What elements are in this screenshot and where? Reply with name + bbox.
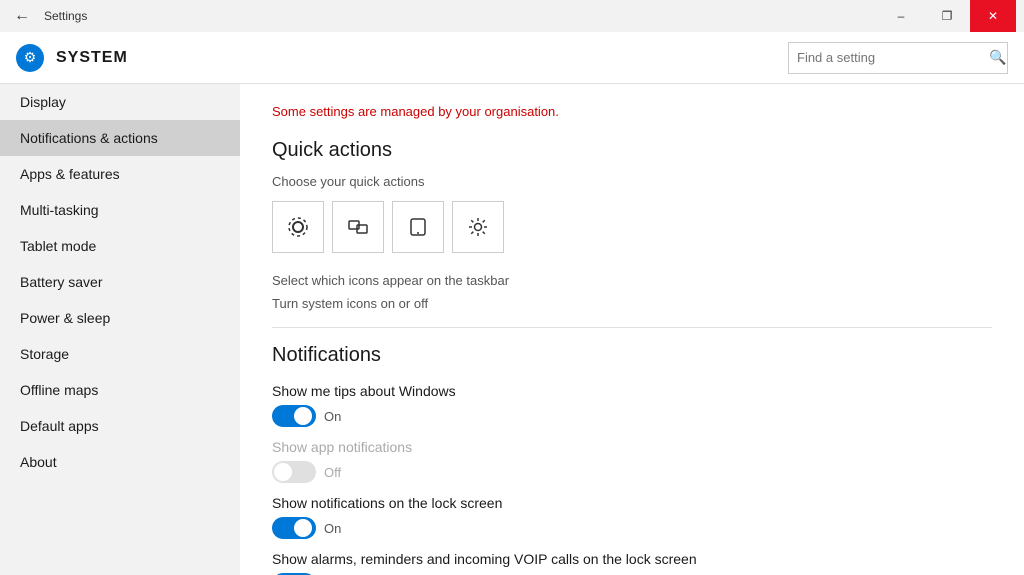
minimize-button[interactable]: – [878,0,924,32]
titlebar-left: ← Settings [8,3,87,29]
alarms-toggle-row: Show alarms, reminders and incoming VOIP… [272,551,992,575]
quick-action-2[interactable] [332,201,384,253]
lock-screen-toggle-thumb [294,519,312,537]
tips-label: Show me tips about Windows [272,383,992,399]
tips-toggle-row: Show me tips about Windows On [272,383,992,427]
section-divider [272,327,992,328]
lock-screen-toggle-row: Show notifications on the lock screen On [272,495,992,539]
app-notif-toggle-row: Show app notifications Off [272,439,992,483]
sidebar-item-tablet-mode[interactable]: Tablet mode [0,228,240,264]
gear-icon [467,216,489,238]
page-title: SYSTEM [56,49,776,67]
lock-screen-toggle-state: On [324,521,341,536]
tips-toggle[interactable] [272,405,316,427]
sidebar-item-battery-saver[interactable]: Battery saver [0,264,240,300]
org-message: Some settings are managed by your organi… [272,104,992,119]
sidebar: Display Notifications & actions Apps & f… [0,84,240,575]
app-notif-toggle-thumb [274,463,292,481]
choose-quick-actions-label: Choose your quick actions [272,174,992,189]
brightness-icon [287,216,309,238]
sidebar-item-about[interactable]: About [0,444,240,480]
quick-action-1[interactable] [272,201,324,253]
titlebar-title: Settings [44,9,87,23]
app-notif-toggle-container: Off [272,461,992,483]
search-input[interactable] [789,43,981,73]
lock-screen-label: Show notifications on the lock screen [272,495,992,511]
tips-toggle-state: On [324,409,341,424]
main-layout: Display Notifications & actions Apps & f… [0,84,1024,575]
sidebar-item-apps-features[interactable]: Apps & features [0,156,240,192]
system-icons-link[interactable]: Turn system icons on or off [272,296,992,311]
connect-icon [347,216,369,238]
system-icon: ⚙ [16,44,44,72]
back-button[interactable]: ← [8,3,36,29]
sidebar-item-notifications[interactable]: Notifications & actions [0,120,240,156]
content-area: Some settings are managed by your organi… [240,84,1024,575]
app-notif-toggle [272,461,316,483]
app-header: ⚙ SYSTEM 🔍 [0,32,1024,84]
titlebar: ← Settings – ❐ ✕ [0,0,1024,32]
quick-action-4[interactable] [452,201,504,253]
tips-toggle-container: On [272,405,992,427]
sidebar-item-multitasking[interactable]: Multi-tasking [0,192,240,228]
quick-actions-row [272,201,992,253]
sidebar-item-offline-maps[interactable]: Offline maps [0,372,240,408]
restore-button[interactable]: ❐ [924,0,970,32]
sidebar-item-power-sleep[interactable]: Power & sleep [0,300,240,336]
search-box: 🔍 [788,42,1008,74]
tablet-icon [407,216,429,238]
quick-actions-title: Quick actions [272,139,992,162]
app-notif-label: Show app notifications [272,439,992,455]
app-notif-toggle-state: Off [324,465,341,480]
titlebar-controls: – ❐ ✕ [878,0,1016,32]
lock-screen-toggle[interactable] [272,517,316,539]
lock-screen-toggle-container: On [272,517,992,539]
sidebar-item-display[interactable]: Display [0,84,240,120]
close-button[interactable]: ✕ [970,0,1016,32]
notifications-title: Notifications [272,344,992,367]
sidebar-item-default-apps[interactable]: Default apps [0,408,240,444]
sidebar-item-storage[interactable]: Storage [0,336,240,372]
search-button[interactable]: 🔍 [981,49,1014,66]
tips-toggle-thumb [294,407,312,425]
alarms-label: Show alarms, reminders and incoming VOIP… [272,551,992,567]
taskbar-icons-link[interactable]: Select which icons appear on the taskbar [272,273,992,288]
quick-action-3[interactable] [392,201,444,253]
